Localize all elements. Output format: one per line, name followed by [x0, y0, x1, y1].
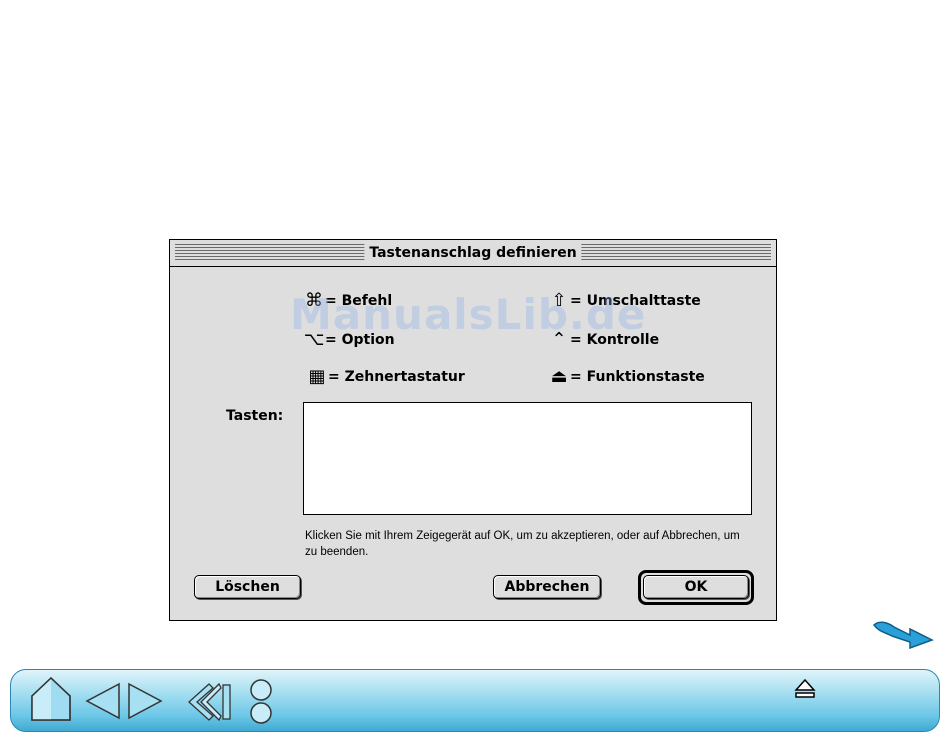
dialog-titlebar[interactable]: Tastenanschlag definieren — [170, 240, 776, 267]
next-page-icon[interactable] — [127, 682, 163, 720]
command-key-icon: ⌘ — [305, 290, 323, 311]
instruction-text: Klicken Sie mit Ihrem Zeigegerät auf OK,… — [305, 530, 740, 558]
control-key-icon: ⌃ — [551, 329, 567, 350]
ok-button[interactable]: OK — [643, 575, 749, 599]
function-key-icon: ⏏ — [550, 366, 568, 387]
legend-command: ⌘ = Befehl — [303, 290, 392, 312]
legend-control: ⌃ = Kontrolle — [548, 329, 659, 351]
previous-page-icon[interactable] — [85, 682, 121, 720]
legend-keypad: ▦ = Zehnertastatur — [306, 366, 465, 388]
legend-option-label: = Option — [325, 332, 395, 348]
legend-command-label: = Befehl — [325, 293, 393, 309]
legend-control-label: = Kontrolle — [570, 332, 660, 348]
cancel-button[interactable]: Abbrechen — [493, 575, 601, 599]
keystroke-dialog: Tastenanschlag definieren ⌘ = Befehl ⇧ =… — [169, 239, 777, 621]
legend-option: ⌥ = Option — [303, 329, 395, 351]
next-page-arrow-icon[interactable] — [872, 619, 934, 649]
eject-icon[interactable] — [794, 678, 816, 700]
legend-function-label: = Funktionstaste — [570, 369, 705, 385]
keys-input[interactable] — [303, 402, 752, 515]
option-key-icon: ⌥ — [303, 329, 325, 350]
shift-key-icon: ⇧ — [551, 290, 567, 311]
legend-shift: ⇧ = Umschalttaste — [548, 290, 701, 312]
navigation-bar — [10, 669, 940, 732]
back-icon[interactable] — [187, 682, 233, 722]
stacked-circles-icon[interactable] — [248, 678, 274, 726]
clear-button[interactable]: Löschen — [194, 575, 301, 599]
numeric-keypad-icon: ▦ — [308, 366, 326, 387]
legend-keypad-label: = Zehnertastatur — [328, 369, 465, 385]
legend-shift-label: = Umschalttaste — [570, 293, 701, 309]
home-icon[interactable] — [29, 676, 73, 722]
legend-function: ⏏ = Funktionstaste — [548, 366, 705, 388]
dialog-title: Tastenanschlag definieren — [364, 242, 582, 264]
keys-label: Tasten: — [226, 408, 284, 424]
